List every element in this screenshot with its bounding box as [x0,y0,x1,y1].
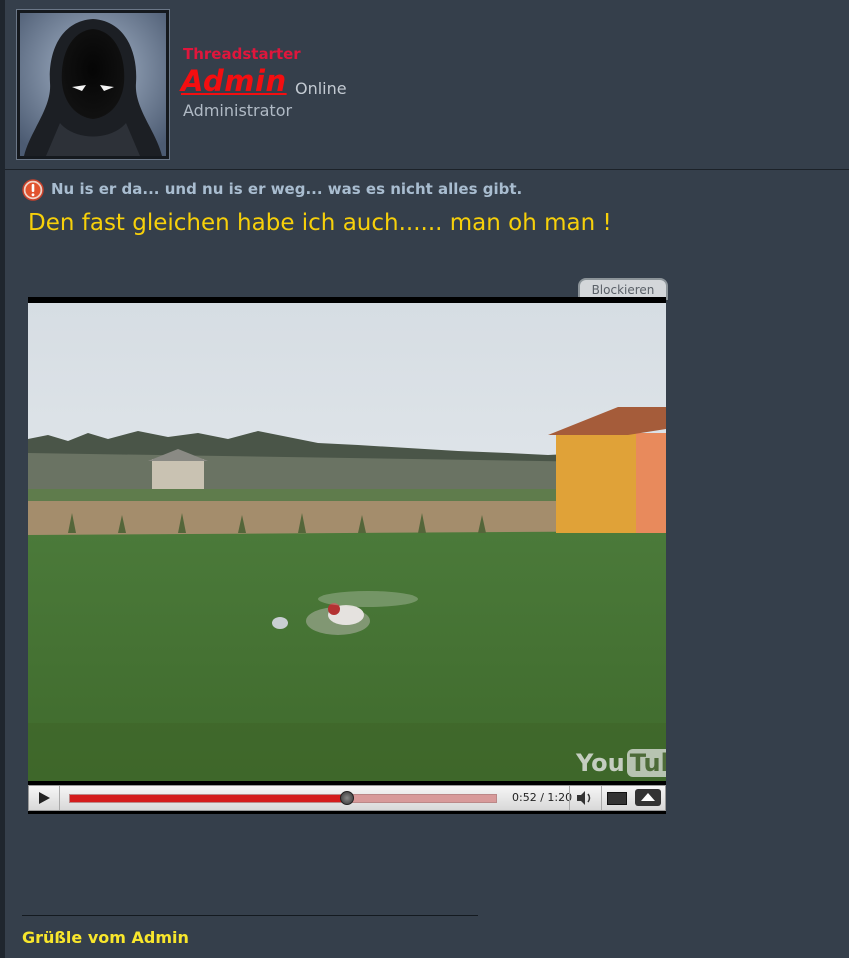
avatar[interactable] [17,10,169,159]
progress-fill [70,795,347,802]
popout-button[interactable] [601,786,632,810]
video-still-image [28,303,666,781]
username-link[interactable]: Admin [181,64,287,98]
post-author-header: Threadstarter Admin Online Administrator [5,0,849,170]
user-rank: Administrator [183,101,293,120]
post-content: Nu is er da... und nu is er weg... was e… [5,170,849,958]
progress-bar[interactable] [69,791,497,805]
volume-icon [577,791,591,805]
post-body-text: Den fast gleichen habe ich auch...... ma… [28,210,612,236]
online-status: Online [295,79,347,98]
popout-icon [607,792,627,805]
threadstarter-label: Threadstarter [183,45,301,63]
exclamation-icon [22,179,44,201]
player-controls: 0:52 / 1:20 [28,785,666,811]
youtube-player[interactable]: YouTube 0:52 / 1:20 [28,297,666,814]
play-button[interactable] [29,786,60,810]
volume-button[interactable] [569,786,598,810]
hooded-figure-avatar-image [20,13,166,156]
video-frame[interactable]: YouTube [28,303,666,781]
youtube-logo-tube: Tube [626,749,666,777]
expand-menu-button[interactable] [635,789,661,806]
youtube-logo-you: You [576,749,625,777]
progress-scrubber[interactable] [339,791,354,805]
signature-divider [22,915,478,916]
post-title: Nu is er da... und nu is er weg... was e… [51,180,523,198]
youtube-logo[interactable]: YouTube [576,749,666,777]
signature-text: Grüßle vom Admin [22,928,189,947]
time-display: 0:52 / 1:20 [512,791,573,804]
